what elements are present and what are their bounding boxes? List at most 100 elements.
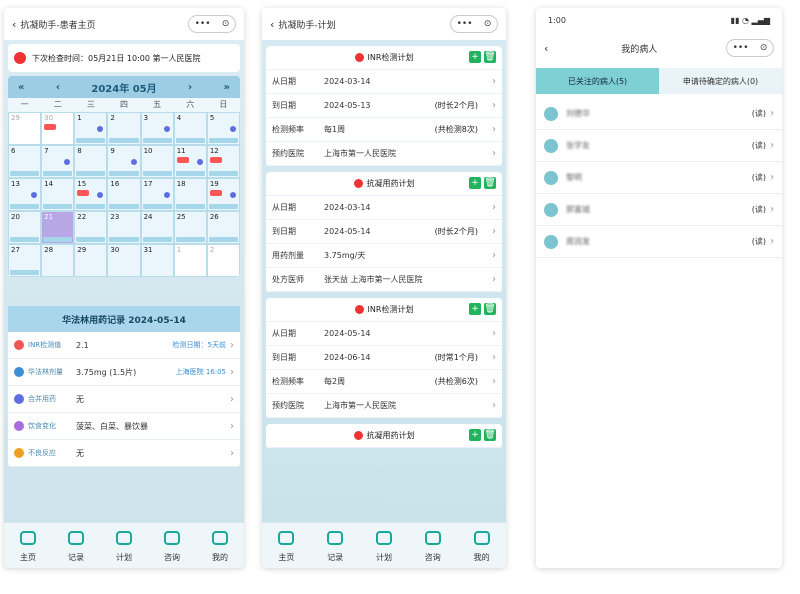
patient-row[interactable]: 郭富城 (读) › [536,194,782,226]
record-row[interactable]: 饮食变化 菠菜、白菜、暴饮暴 › [8,413,240,440]
calendar-day[interactable]: 24 [140,211,174,244]
delete-icon[interactable]: 🗑 [484,177,496,189]
calendar-day[interactable]: 8 [74,145,108,178]
add-icon[interactable]: + [469,303,481,315]
plan-row[interactable]: 预约医院 上海市第一人民医院 › [266,142,502,166]
delete-icon[interactable]: 🗑 [484,51,496,63]
plan-row[interactable]: 到日期 2024-05-13 (时长2个月) › [266,94,502,118]
tab-followed[interactable]: 已关注的病人(5) [536,68,659,94]
calendar-day[interactable]: 7 [41,145,75,178]
calendar-day[interactable]: 29 [74,244,108,277]
medication-icon [163,126,170,132]
calendar-day[interactable]: 27 [8,244,42,277]
calendar-day[interactable]: 31 [140,244,174,277]
record-row[interactable]: 不良反应 无 › [8,440,240,467]
next-check-reminder[interactable]: 下次检查时间：05月21日 10:00 第一人民医院 [8,44,240,72]
calendar-day[interactable]: 5 [206,112,240,145]
more-icon[interactable]: ••• [733,43,749,53]
tab-history[interactable]: 记录 [311,523,360,568]
plan-row[interactable]: 到日期 2024-06-14 (时常1个月) › [266,346,502,370]
plan-row[interactable]: 从日期 2024-05-14 › [266,322,502,346]
calendar-day[interactable]: 11 [173,145,207,178]
calendar-day[interactable]: 3 [140,112,174,145]
page-title: 我的病人 [621,44,658,55]
add-icon[interactable]: + [469,429,481,441]
close-icon[interactable]: ⊙ [484,19,492,29]
plan-row[interactable]: 检测频率 每1周 (共检测8次) › [266,118,502,142]
calendar-day[interactable]: 19 [206,178,240,211]
plan-row[interactable]: 检测频率 每2周 (共检测6次) › [266,370,502,394]
calendar-day[interactable]: 17 [140,178,174,211]
calendar-day[interactable]: 10 [140,145,174,178]
tab-chat[interactable]: 咨询 [148,523,196,568]
tab-profile[interactable]: 我的 [457,523,506,568]
plan-row[interactable]: 到日期 2024-05-14 (时长2个月) › [266,220,502,244]
my-patients-screen: 1:00 ▮▮ ◔ ▂▄▆ ‹ 我的病人 ••• ⊙ 已关注的病人(5) 申请待确… [536,8,782,568]
patient-row[interactable]: 周润发 (读) › [536,226,782,258]
calendar-day[interactable]: 21 [41,211,75,244]
more-icon[interactable]: ••• [457,19,473,29]
tab-history[interactable]: 记录 [52,523,100,568]
next-month-icon[interactable]: › [188,82,192,93]
tab-home[interactable]: 主页 [262,523,311,568]
patient-row[interactable]: 黎明 (读) › [536,162,782,194]
weekday-label: 五 [153,100,162,109]
calendar-day[interactable]: 28 [41,244,75,277]
calendar-day[interactable]: 30 [107,244,141,277]
delete-icon[interactable]: 🗑 [484,303,496,315]
patient-row[interactable]: 刘德华 (读) › [536,98,782,130]
patient-row[interactable]: 张学友 (读) › [536,130,782,162]
calendar-day[interactable]: 22 [74,211,108,244]
record-row[interactable]: 华法林剂量 3.75mg (1.5片) 上海医院 16:05 › [8,359,240,386]
tab-plan[interactable]: 计划 [360,523,409,568]
plan-row[interactable]: 从日期 2024-03-14 › [266,70,502,94]
tab-profile[interactable]: 我的 [196,523,244,568]
avatar [544,170,558,185]
calendar-day[interactable]: 4 [173,112,207,145]
calendar-day[interactable]: 2 [107,112,141,145]
close-icon[interactable]: ⊙ [222,19,230,29]
plan-row-key: 到日期 [272,101,296,110]
tab-chat[interactable]: 咨询 [408,523,457,568]
calendar-day[interactable]: 18 [173,178,207,211]
tab-pending[interactable]: 申请待确定的病人(0) [659,68,782,94]
more-icon[interactable]: ••• [195,19,211,29]
calendar-day[interactable]: 20 [8,211,42,244]
calendar-day[interactable]: 1 [74,112,108,145]
calendar-day[interactable]: 1 [173,244,207,277]
calendar-day[interactable]: 13 [8,178,42,211]
calendar-day[interactable]: 25 [173,211,207,244]
back-icon[interactable]: ‹ [544,42,548,55]
mini-program-capsule[interactable]: ••• ⊙ [726,39,774,57]
back-icon[interactable]: ‹ [12,18,16,31]
calendar-day[interactable]: 6 [8,145,42,178]
calendar-day[interactable]: 12 [206,145,240,178]
calendar-day[interactable]: 26 [206,211,240,244]
back-icon[interactable]: ‹ [270,18,274,31]
plan-row[interactable]: 用药剂量 3.75mg/天 › [266,244,502,268]
calendar-day[interactable]: 23 [107,211,141,244]
tab-home[interactable]: 主页 [4,523,52,568]
calendar-day[interactable]: 16 [107,178,141,211]
calendar-day[interactable]: 9 [107,145,141,178]
add-icon[interactable]: + [469,51,481,63]
calendar-day[interactable]: 2 [206,244,240,277]
record-row[interactable]: INR检测值 2.1 检测日期：5天前 › [8,332,240,359]
calendar-day[interactable]: 14 [41,178,75,211]
plan-row[interactable]: 从日期 2024-03-14 › [266,196,502,220]
mini-program-capsule[interactable]: ••• ⊙ [450,15,498,33]
calendar-day[interactable]: 29 [8,112,42,145]
next-year-icon[interactable]: » [224,82,230,93]
plan-row[interactable]: 处方医师 张天益 上海市第一人民医院 › [266,268,502,292]
prev-month-icon[interactable]: ‹ [56,82,60,93]
prev-year-icon[interactable]: « [18,82,24,93]
record-row[interactable]: 合并用药 无 › [8,386,240,413]
calendar-day[interactable]: 30 [41,112,75,145]
delete-icon[interactable]: 🗑 [484,429,496,441]
tab-plan[interactable]: 计划 [100,523,148,568]
mini-program-capsule[interactable]: ••• ⊙ [188,15,236,33]
calendar-day[interactable]: 15 [74,178,108,211]
add-icon[interactable]: + [469,177,481,189]
close-icon[interactable]: ⊙ [760,43,768,53]
plan-row[interactable]: 预约医院 上海市第一人民医院 › [266,394,502,418]
